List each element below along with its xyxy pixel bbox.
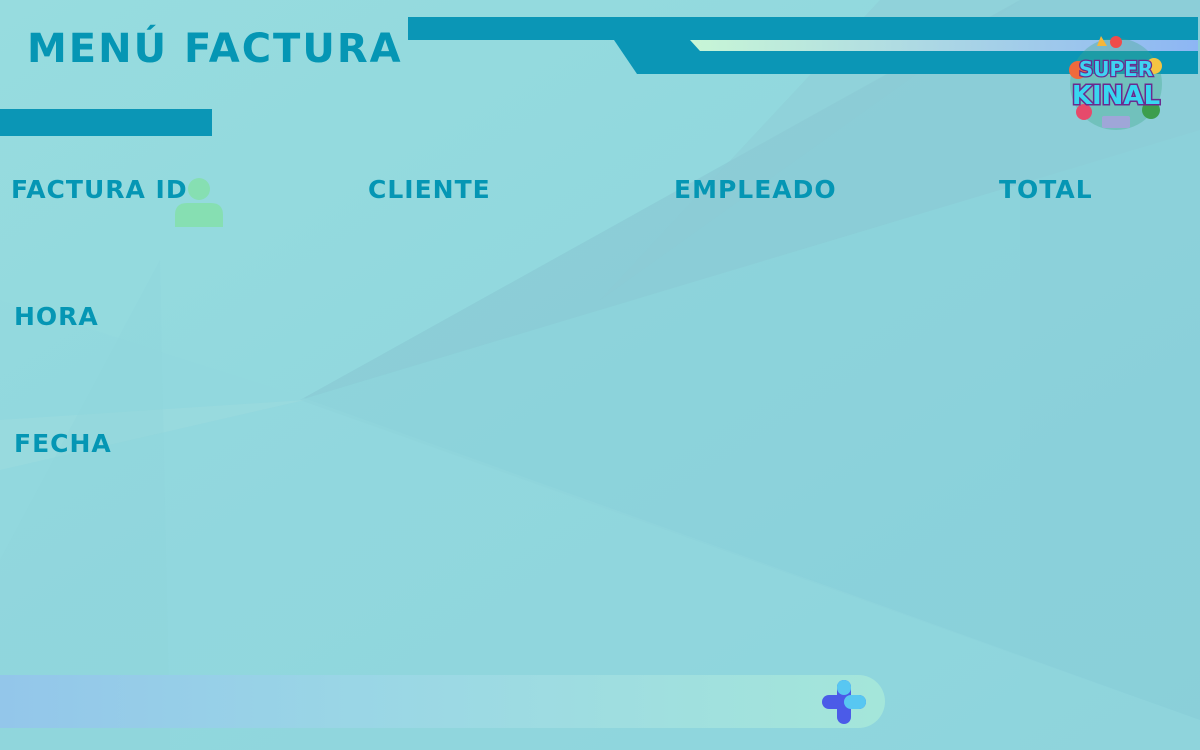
svg-text:SUPER: SUPER: [1079, 57, 1153, 81]
user-icon: [175, 178, 223, 227]
hora-label: HORA: [14, 302, 99, 331]
svg-text:KINAL: KINAL: [1072, 81, 1160, 111]
fecha-label: FECHA: [14, 429, 112, 458]
total-label: TOTAL: [999, 175, 1093, 204]
plus-icon[interactable]: [822, 680, 866, 724]
add-button[interactable]: [820, 679, 868, 727]
bottom-action-bar: [0, 675, 885, 728]
factura-id-label: FACTURA ID: [11, 175, 188, 204]
cliente-label: CLIENTE: [368, 175, 491, 204]
empleado-label: EMPLEADO: [674, 175, 837, 204]
page-title: MENÚ FACTURA: [27, 26, 403, 72]
super-kinal-logo: SUPER KINAL: [1069, 36, 1162, 130]
background: [0, 0, 1200, 750]
